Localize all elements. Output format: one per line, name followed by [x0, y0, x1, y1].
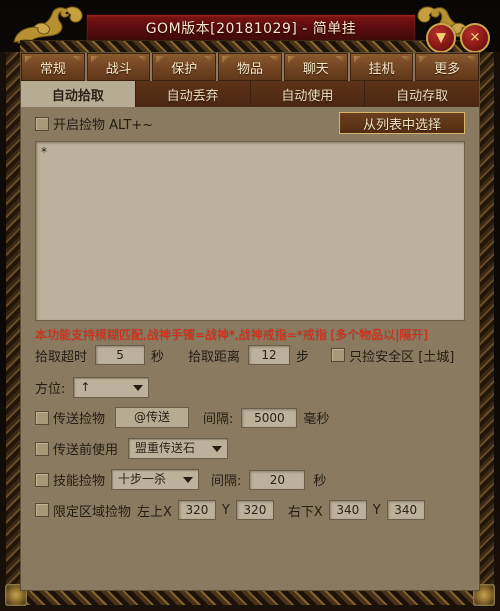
subtab-auto-discard[interactable]: 自动丢弃: [135, 81, 251, 107]
teleport-pickup-checkbox[interactable]: 传送捡物: [35, 408, 105, 427]
direction-select[interactable]: ↑: [73, 377, 150, 398]
item-list-textarea[interactable]: *: [35, 141, 465, 321]
pre-teleport-use-row: 传送前使用 盟重传送石: [35, 438, 229, 459]
tab-protect[interactable]: 保护: [152, 53, 217, 81]
teleport-command-button[interactable]: @传送: [115, 407, 190, 428]
chevron-down-icon: [133, 384, 144, 391]
tab-label: 保护: [171, 61, 198, 77]
skill-pickup-checkbox[interactable]: 技能捡物: [35, 470, 105, 489]
pickup-distance-input[interactable]: 12: [248, 345, 291, 365]
teleport-pickup-label: 传送捡物: [53, 412, 106, 427]
checkbox-box: [331, 348, 346, 362]
checkbox-box: [35, 472, 49, 487]
bottomright-x-label: 右下X: [287, 504, 323, 520]
bottomright-y-label: Y: [372, 502, 381, 518]
bottomright-y-input[interactable]: 340: [386, 500, 425, 520]
application-window: GOM版本[20181029] - 简单挂 ▼ ✕ 常规 战斗 保护 物品 聊天…: [0, 0, 500, 611]
tab-content-auto-pickup: 开启捡物 ALT+~ 从列表中选择 * 本功能支持模糊匹配,战神手镯=战神*,战…: [21, 107, 479, 590]
minimize-button[interactable]: ▼: [426, 23, 456, 53]
area-limit-row: 限定区域捡物 左上X 320 Y 320 右下X 340 Y 340: [35, 500, 425, 520]
primary-tab-bar: 常规 战斗 保护 物品 聊天 挂机 更多: [21, 53, 480, 81]
chevron-down-icon: [212, 445, 223, 452]
tab-label: 更多: [434, 61, 461, 77]
enable-pickup-label: 开启捡物 ALT+~: [53, 118, 154, 133]
checkbox-box: [35, 116, 49, 131]
subtab-label: 自动存取: [396, 88, 449, 104]
direction-row: 方位: ↑: [35, 377, 150, 398]
skill-interval-unit: 秒: [313, 474, 327, 489]
teleport-interval-label: 间隔:: [203, 412, 234, 427]
enable-pickup-checkbox[interactable]: 开启捡物 ALT+~: [35, 114, 153, 133]
skill-interval-label: 间隔:: [211, 474, 242, 489]
direction-label: 方位:: [35, 382, 66, 397]
teleport-interval-input[interactable]: 5000: [241, 407, 298, 428]
frame-border-right: [480, 46, 494, 597]
skill-interval-input[interactable]: 20: [249, 469, 306, 490]
skill-pickup-row: 技能捡物 十步一杀 间隔: 20 秒: [35, 469, 326, 490]
pickup-timeout-label: 拾取超时: [35, 349, 88, 365]
frame-border-left: [6, 46, 20, 597]
checkbox-box: [35, 441, 49, 456]
pickup-distance-label: 拾取距离: [188, 349, 241, 365]
skill-name-select[interactable]: 十步一杀: [111, 469, 200, 490]
subtab-label: 自动丢弃: [166, 88, 219, 104]
pre-teleport-item-select[interactable]: 盟重传送石: [128, 438, 229, 459]
tab-more[interactable]: 更多: [415, 53, 480, 81]
safezone-only-checkbox[interactable]: 只捡安全区 [土城]: [331, 346, 454, 365]
chevron-down-icon: ▼: [436, 30, 446, 46]
pickup-timeout-row: 拾取超时 5 秒 拾取距离 12 步 只捡安全区 [土城]: [35, 345, 454, 365]
topleft-y-input[interactable]: 320: [235, 500, 274, 520]
select-from-list-button[interactable]: 从列表中选择: [339, 112, 465, 134]
tab-items[interactable]: 物品: [218, 53, 282, 81]
tab-afk[interactable]: 挂机: [349, 53, 414, 81]
teleport-interval-unit: 毫秒: [303, 412, 330, 427]
title-plate: GOM版本[20181029] - 简单挂: [86, 14, 416, 42]
enable-pickup-row: 开启捡物 ALT+~: [35, 114, 153, 133]
tab-label: 战斗: [105, 61, 132, 77]
subtab-label: 自动使用: [281, 88, 334, 104]
tab-label: 聊天: [302, 61, 329, 77]
pickup-distance-unit: 步: [296, 349, 310, 365]
skill-pickup-label: 技能捡物: [53, 474, 106, 489]
topleft-y-label: Y: [221, 502, 230, 518]
checkbox-box: [35, 503, 49, 517]
tab-combat[interactable]: 战斗: [86, 53, 151, 81]
pickup-timeout-input[interactable]: 5: [95, 345, 146, 365]
subtab-label: 自动拾取: [51, 88, 104, 104]
teleport-pickup-row: 传送捡物 @传送 间隔: 5000 毫秒: [35, 407, 329, 428]
pre-teleport-use-label: 传送前使用: [53, 443, 119, 458]
direction-value: ↑: [80, 380, 91, 394]
tab-general[interactable]: 常规: [21, 53, 85, 81]
pickup-timeout-unit: 秒: [151, 349, 165, 365]
main-panel: 常规 战斗 保护 物品 聊天 挂机 更多 自动拾取 自动丢弃 自动使用 自动存取…: [20, 52, 480, 591]
topleft-x-input[interactable]: 320: [177, 500, 216, 520]
title-bar: GOM版本[20181029] - 简单挂 ▼ ✕: [0, 0, 500, 53]
tab-chat[interactable]: 聊天: [283, 53, 348, 81]
secondary-tab-bar: 自动拾取 自动丢弃 自动使用 自动存取: [21, 81, 479, 107]
window-title: GOM版本[20181029] - 简单挂: [145, 21, 357, 37]
tab-label: 挂机: [368, 61, 395, 77]
close-button[interactable]: ✕: [460, 23, 490, 53]
topleft-x-label: 左上X: [137, 504, 172, 520]
safezone-only-label: 只捡安全区 [土城]: [349, 349, 455, 365]
fuzzy-match-hint: 本功能支持模糊匹配,战神手镯=战神*,战神戒指=*戒指 [多个物品以|隔开]: [35, 328, 428, 342]
pre-teleport-use-checkbox[interactable]: 传送前使用: [35, 439, 118, 458]
area-limit-checkbox[interactable]: 限定区域捡物: [35, 501, 131, 520]
frame-border-bottom: [6, 591, 494, 605]
subtab-auto-pickup[interactable]: 自动拾取: [21, 81, 136, 107]
tab-label: 常规: [39, 61, 66, 77]
close-icon: ✕: [469, 30, 481, 46]
skill-name-value: 十步一杀: [118, 472, 167, 486]
subtab-auto-store[interactable]: 自动存取: [365, 81, 479, 107]
bottomright-x-input[interactable]: 340: [328, 500, 367, 520]
chevron-down-icon: [183, 476, 194, 483]
pre-teleport-item-value: 盟重传送石: [135, 441, 196, 455]
tab-label: 物品: [237, 61, 264, 77]
area-limit-label: 限定区域捡物: [53, 504, 132, 520]
checkbox-box: [35, 410, 49, 425]
select-from-list-label: 从列表中选择: [362, 117, 441, 133]
subtab-auto-use[interactable]: 自动使用: [250, 81, 366, 107]
